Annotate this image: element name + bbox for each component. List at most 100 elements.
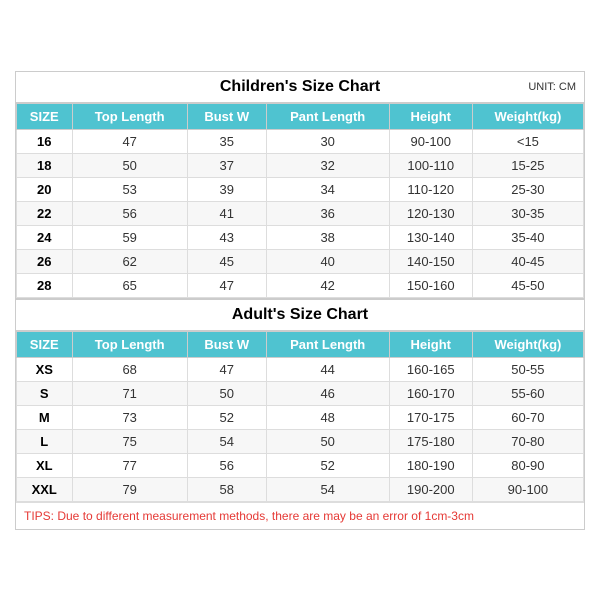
col-height: Height	[389, 103, 472, 129]
table-cell: 42	[266, 273, 389, 297]
children-table-body: 1647353090-100<1518503732100-11015-25205…	[17, 129, 584, 297]
col-size: SIZE	[17, 103, 73, 129]
table-cell: 32	[266, 153, 389, 177]
table-cell: 56	[187, 453, 266, 477]
table-row: 28654742150-16045-50	[17, 273, 584, 297]
table-cell: 35	[187, 129, 266, 153]
table-row: M735248170-17560-70	[17, 405, 584, 429]
table-cell: 65	[72, 273, 187, 297]
table-cell: 190-200	[389, 477, 472, 501]
adult-table-body: XS684744160-16550-55S715046160-17055-60M…	[17, 357, 584, 501]
table-cell: 140-150	[389, 249, 472, 273]
table-cell: 110-120	[389, 177, 472, 201]
table-cell: 80-90	[472, 453, 583, 477]
table-cell: 38	[266, 225, 389, 249]
table-cell: 100-110	[389, 153, 472, 177]
table-cell: 170-175	[389, 405, 472, 429]
table-row: 22564136120-13030-35	[17, 201, 584, 225]
table-cell: 62	[72, 249, 187, 273]
table-row: 18503732100-11015-25	[17, 153, 584, 177]
col-bust-w-adult: Bust W	[187, 331, 266, 357]
table-cell: 40	[266, 249, 389, 273]
table-cell: L	[17, 429, 73, 453]
table-row: L755450175-18070-80	[17, 429, 584, 453]
table-row: XS684744160-16550-55	[17, 357, 584, 381]
table-cell: 39	[187, 177, 266, 201]
children-title: Children's Size Chart	[20, 78, 580, 96]
adult-table: SIZE Top Length Bust W Pant Length Heigh…	[16, 331, 584, 502]
table-cell: 48	[266, 405, 389, 429]
col-top-length-adult: Top Length	[72, 331, 187, 357]
table-cell: 50	[72, 153, 187, 177]
table-cell: 47	[187, 357, 266, 381]
table-cell: 50	[266, 429, 389, 453]
table-cell: XS	[17, 357, 73, 381]
table-cell: 46	[266, 381, 389, 405]
children-table: SIZE Top Length Bust W Pant Length Heigh…	[16, 103, 584, 298]
tips-text: TIPS: Due to different measurement metho…	[24, 509, 474, 523]
table-cell: 52	[266, 453, 389, 477]
table-row: 26624540140-15040-45	[17, 249, 584, 273]
table-cell: 16	[17, 129, 73, 153]
table-cell: 68	[72, 357, 187, 381]
table-cell: 45-50	[472, 273, 583, 297]
table-cell: 15-25	[472, 153, 583, 177]
children-header-row: SIZE Top Length Bust W Pant Length Heigh…	[17, 103, 584, 129]
table-cell: 40-45	[472, 249, 583, 273]
table-cell: 43	[187, 225, 266, 249]
chart-container: Children's Size Chart UNIT: CM SIZE Top …	[15, 71, 585, 530]
col-top-length: Top Length	[72, 103, 187, 129]
table-cell: 41	[187, 201, 266, 225]
table-row: 1647353090-100<15	[17, 129, 584, 153]
col-weight-adult: Weight(kg)	[472, 331, 583, 357]
table-cell: 24	[17, 225, 73, 249]
table-cell: XL	[17, 453, 73, 477]
table-cell: 36	[266, 201, 389, 225]
table-cell: 130-140	[389, 225, 472, 249]
children-table-header: SIZE Top Length Bust W Pant Length Heigh…	[17, 103, 584, 129]
table-cell: 60-70	[472, 405, 583, 429]
adult-header-row: SIZE Top Length Bust W Pant Length Heigh…	[17, 331, 584, 357]
table-cell: 25-30	[472, 177, 583, 201]
table-cell: 90-100	[389, 129, 472, 153]
table-cell: 73	[72, 405, 187, 429]
table-cell: M	[17, 405, 73, 429]
table-cell: 30	[266, 129, 389, 153]
table-cell: 70-80	[472, 429, 583, 453]
table-cell: 58	[187, 477, 266, 501]
table-cell: 120-130	[389, 201, 472, 225]
table-cell: 53	[72, 177, 187, 201]
table-cell: 56	[72, 201, 187, 225]
adult-table-header: SIZE Top Length Bust W Pant Length Heigh…	[17, 331, 584, 357]
adult-title-row: Adult's Size Chart	[16, 298, 584, 331]
col-height-adult: Height	[389, 331, 472, 357]
table-cell: 150-160	[389, 273, 472, 297]
table-cell: 160-165	[389, 357, 472, 381]
table-cell: 34	[266, 177, 389, 201]
table-cell: 59	[72, 225, 187, 249]
table-cell: 160-170	[389, 381, 472, 405]
col-pant-length: Pant Length	[266, 103, 389, 129]
table-cell: <15	[472, 129, 583, 153]
col-weight: Weight(kg)	[472, 103, 583, 129]
table-row: S715046160-17055-60	[17, 381, 584, 405]
table-cell: 20	[17, 177, 73, 201]
table-row: 20533934110-12025-30	[17, 177, 584, 201]
table-cell: 180-190	[389, 453, 472, 477]
table-cell: 47	[72, 129, 187, 153]
table-cell: 44	[266, 357, 389, 381]
table-row: XXL795854190-20090-100	[17, 477, 584, 501]
table-cell: 50-55	[472, 357, 583, 381]
adult-title: Adult's Size Chart	[20, 306, 580, 324]
col-pant-length-adult: Pant Length	[266, 331, 389, 357]
table-cell: 71	[72, 381, 187, 405]
table-cell: 18	[17, 153, 73, 177]
table-cell: 55-60	[472, 381, 583, 405]
table-cell: 22	[17, 201, 73, 225]
table-cell: 54	[266, 477, 389, 501]
table-row: 24594338130-14035-40	[17, 225, 584, 249]
col-bust-w: Bust W	[187, 103, 266, 129]
table-cell: 75	[72, 429, 187, 453]
table-cell: 37	[187, 153, 266, 177]
table-cell: 28	[17, 273, 73, 297]
